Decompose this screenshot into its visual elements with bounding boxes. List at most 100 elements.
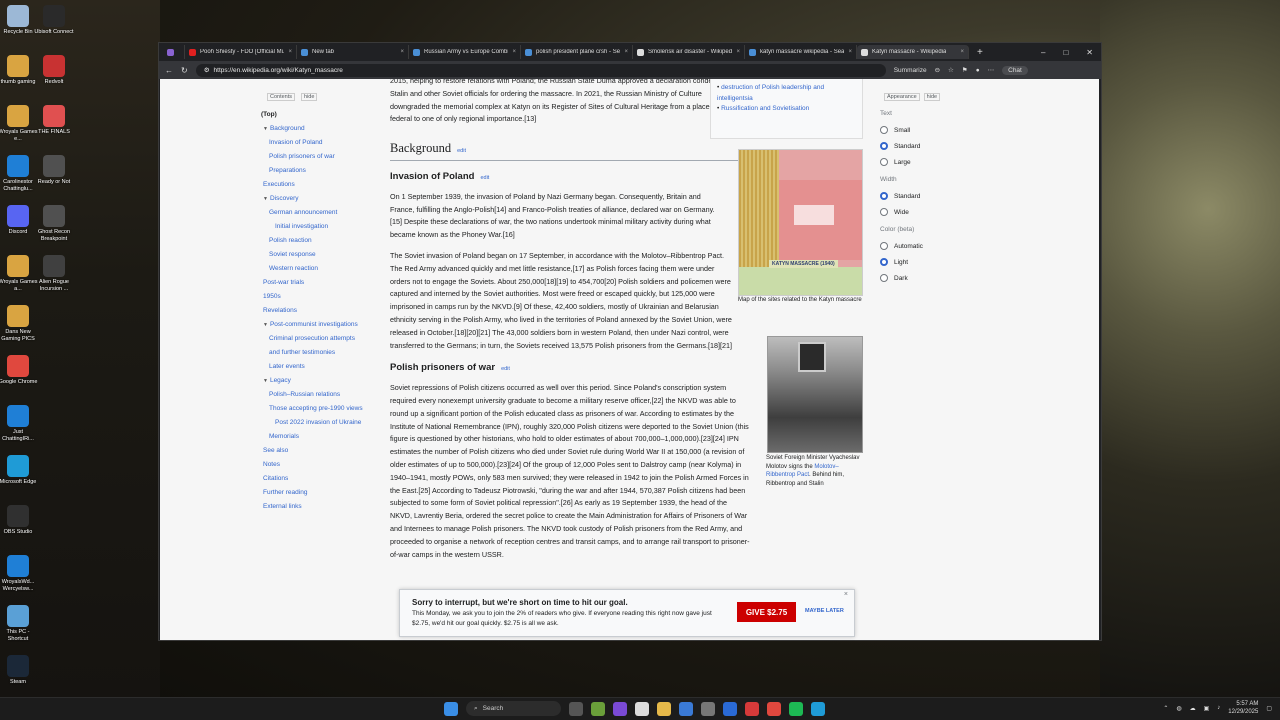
toc-item[interactable]: ▼ Background (261, 122, 381, 136)
chevron-down-icon[interactable]: ▼ (263, 378, 268, 384)
radio-button[interactable] (880, 142, 888, 150)
toc-item[interactable]: Soviet response (261, 248, 381, 262)
appearance-option[interactable]: Wide (880, 204, 970, 220)
desktop-icon[interactable]: Discord (0, 202, 38, 252)
desktop-icon[interactable]: Google Chrome (0, 352, 38, 402)
tab-close-icon[interactable]: × (284, 49, 292, 55)
desktop-icon[interactable]: Redvolt (34, 52, 74, 102)
volume-icon[interactable]: ♪ (1217, 705, 1220, 711)
desktop-icon[interactable]: Alien Rogue Incursion ... (34, 252, 74, 302)
settings-icon[interactable] (701, 701, 715, 716)
toc-item[interactable]: (Top) (261, 108, 381, 122)
tab-close-icon[interactable]: × (396, 49, 404, 55)
toc-item[interactable]: Notes (261, 458, 381, 472)
radio-button[interactable] (880, 126, 888, 134)
chat-button[interactable]: Chat (1002, 65, 1028, 75)
give-button[interactable]: GIVE $2.75 (737, 602, 796, 622)
radio-button[interactable] (880, 242, 888, 250)
edit-link[interactable]: edit (480, 175, 489, 181)
close-icon[interactable]: × (844, 591, 848, 598)
desktop-icon[interactable]: Wroyals Games a... (0, 252, 38, 302)
desktop-icon[interactable]: Ready or Not (34, 152, 74, 202)
tab-close-icon[interactable]: × (508, 49, 516, 55)
desktop-icon[interactable]: THE FINALS (34, 102, 74, 152)
toc-item[interactable]: Those accepting pre-1990 views (261, 402, 381, 416)
tab-close-icon[interactable]: × (844, 49, 852, 55)
cloud-icon[interactable]: ☁ (1190, 705, 1196, 712)
store-icon[interactable] (679, 701, 693, 716)
toc-item[interactable]: Invasion of Poland (261, 136, 381, 150)
tab-close-icon[interactable]: × (956, 49, 964, 55)
toc-item[interactable]: ▼ Post-communist investigations (261, 318, 381, 332)
toc-item[interactable]: Memorials (261, 430, 381, 444)
radio-button[interactable] (880, 258, 888, 266)
appearance-option[interactable]: Standard (880, 188, 970, 204)
desktop-icon[interactable]: thumb gaming (0, 52, 38, 102)
browser-tab[interactable]: polish president plane crsh - Sea × (521, 45, 633, 59)
toc-item[interactable]: External links (261, 500, 381, 514)
app-icon[interactable] (723, 701, 737, 716)
infobox-link[interactable]: Russification and Sovietisation (721, 105, 809, 112)
desktop-icon[interactable]: Ghost Recon Breakpoint (34, 202, 74, 252)
molotov-signing-photo[interactable] (767, 336, 863, 453)
desktop-icon[interactable]: Steam (0, 652, 38, 702)
toc-item[interactable]: Preparations (261, 164, 381, 178)
toc-item[interactable]: Polish reaction (261, 234, 381, 248)
toc-item[interactable]: and further testimonies (261, 346, 381, 360)
radio-button[interactable] (880, 208, 888, 216)
file-explorer-icon[interactable] (657, 701, 671, 716)
url-field[interactable]: ⚙ https://en.wikipedia.org/wiki/Katyn_ma… (195, 63, 886, 77)
browser-tab[interactable]: New tab × (297, 45, 409, 59)
maybe-later-button[interactable]: MAYBE LATER (805, 608, 844, 614)
toc-item[interactable]: See also (261, 444, 381, 458)
refresh-icon[interactable]: ↻ (181, 66, 188, 75)
tab-close-icon[interactable]: × (620, 49, 628, 55)
desktop-icon[interactable]: OBS Studio (0, 502, 38, 552)
site-info-icon[interactable]: ⚙ (204, 66, 210, 74)
radio-button[interactable] (880, 274, 888, 282)
toc-item[interactable]: Western reaction (261, 262, 381, 276)
desktop-icon[interactable]: Ubisoft Connect (34, 2, 74, 52)
toc-item[interactable]: Initial investigation (261, 220, 381, 234)
toc-item[interactable]: Post-war trials (261, 276, 381, 290)
radio-button[interactable] (880, 192, 888, 200)
toc-item[interactable]: Polish–Russian relations (261, 388, 381, 402)
desktop-icon[interactable]: Dans New Gaming PICS (0, 302, 38, 352)
new-tab-button[interactable]: + (977, 47, 983, 58)
toc-item[interactable]: ▼ Legacy (261, 374, 381, 388)
spotify-icon[interactable] (789, 701, 803, 716)
browser-tab[interactable]: Smolensk air disaster - Wikipedi × (633, 45, 745, 59)
task-view-icon[interactable] (569, 701, 583, 716)
edge-icon[interactable] (811, 701, 825, 716)
desktop-icon[interactable]: Just ChattingIRi... (0, 402, 38, 452)
toc-item[interactable]: Post 2022 invasion of Ukraine (261, 416, 381, 430)
desktop-icon[interactable]: Carolinestor Chattinglu... (0, 152, 38, 202)
desktop-icon[interactable]: Recycle Bin (0, 2, 38, 52)
start-icon[interactable] (444, 701, 458, 716)
notification-icon[interactable]: ▢ (1266, 705, 1272, 712)
chevron-up-icon[interactable]: ⌃ (1163, 705, 1168, 712)
toc-item[interactable]: Criminal prosecution attempts (261, 332, 381, 346)
copilot-icon[interactable] (613, 701, 627, 716)
tab-close-icon[interactable]: × (732, 49, 740, 55)
browser-tab[interactable] (163, 45, 185, 59)
toc-item[interactable]: Further reading (261, 486, 381, 500)
toc-item[interactable]: Citations (261, 472, 381, 486)
toc-item[interactable]: ▼ Discovery (261, 192, 381, 206)
edit-link[interactable]: edit (457, 148, 466, 154)
extensions-icon[interactable]: ⚑ (962, 66, 968, 74)
browser-tab[interactable]: Katyn massacre - Wikipedia × (857, 45, 969, 59)
mic-icon[interactable]: ◍ (1176, 705, 1181, 712)
toc-item[interactable]: Polish prisoners of war (261, 150, 381, 164)
chevron-down-icon[interactable]: ▼ (263, 322, 268, 328)
toc-item[interactable]: Revelations (261, 304, 381, 318)
browser-tab[interactable]: Russian Army vs Europe Combi × (409, 45, 521, 59)
appearance-option[interactable]: Large (880, 154, 970, 170)
favorite-icon[interactable]: ☆ (948, 66, 954, 74)
appearance-option[interactable]: Standard (880, 138, 970, 154)
browser-tab[interactable]: Pooh Shiesty - FDO [Official Mu × (185, 45, 297, 59)
desktop-icon[interactable]: This PC - Shortcut (0, 602, 38, 652)
edit-link[interactable]: edit (501, 366, 510, 372)
taskbar-search[interactable]: ⌕ Search (466, 701, 561, 716)
browser-tab[interactable]: katyn massacre wikipedia - Sear × (745, 45, 857, 59)
